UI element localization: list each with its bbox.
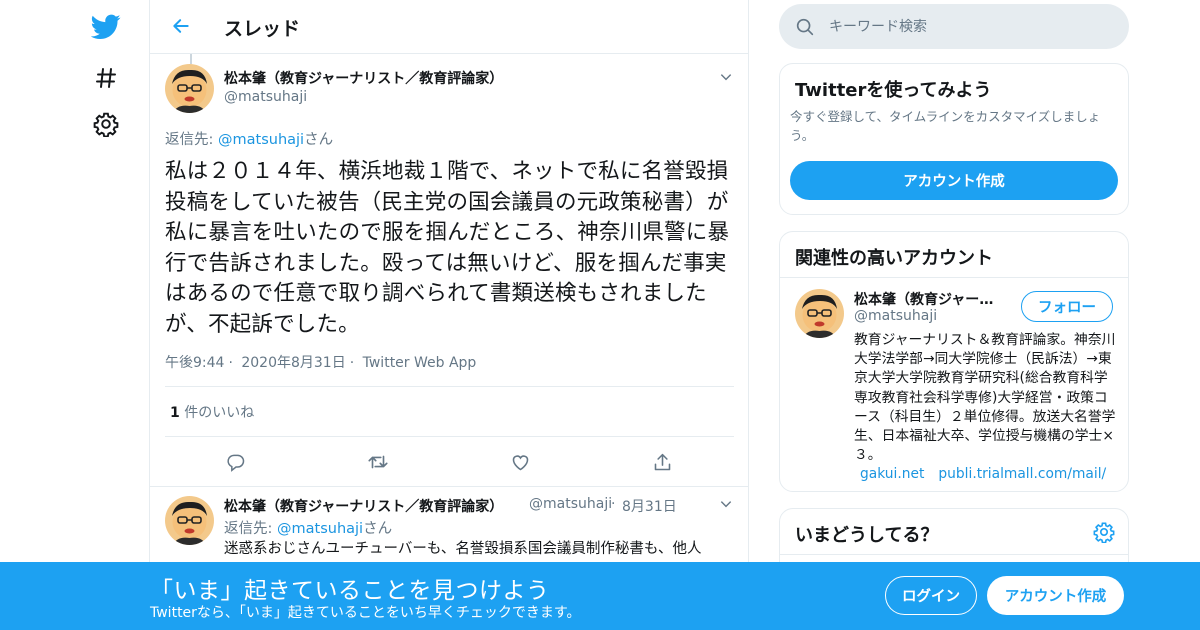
like-count: 1 — [170, 405, 180, 421]
share-button[interactable] — [648, 448, 676, 476]
tweet-date[interactable]: 2020年8月31日 — [241, 355, 345, 371]
tweet-text: 私は２０１４年、横浜地裁１階で、ネットで私に名誉毀損投稿をしていた被告（民主党の… — [165, 159, 730, 337]
account-bio: 教育ジャーナリスト＆教育評論家。神奈川大学法学部→同大学院修士（民訴法）→東京大… — [854, 331, 1116, 485]
search-icon — [796, 18, 814, 36]
avatar[interactable] — [165, 496, 214, 545]
reply-to: 返信先: @matsuhajiさん — [165, 128, 333, 149]
page: スレッド 松本肇（教育ジャーナリスト／教育評論家） @matsuhaji 返信先… — [0, 0, 1200, 630]
author-handle[interactable]: @matsuhaji — [529, 496, 612, 512]
banner-title: 「いま」起きていることを見つけよう — [150, 578, 550, 604]
tweet-menu-button[interactable] — [716, 67, 736, 87]
card-title: Twitterを使ってみよう — [795, 80, 992, 101]
account-name[interactable]: 松本肇（教育ジャーナリスト／教育評論家） — [854, 289, 1004, 309]
separator-dot: · — [611, 496, 616, 512]
reply-to-prefix: 返信先: — [224, 521, 277, 537]
tweet-meta: 午後9:44 · 2020年8月31日 · Twitter Web App — [165, 355, 477, 371]
search-box — [779, 4, 1129, 49]
thread-connector — [190, 54, 192, 64]
twitter-bird-icon[interactable] — [86, 7, 126, 47]
back-button[interactable] — [164, 9, 198, 43]
reply-to-link[interactable]: @matsuhaji — [277, 521, 363, 537]
card-title: いまどうしてる？ — [795, 525, 939, 546]
author-name[interactable]: 松本肇（教育ジャーナリスト／教育評論家） — [224, 68, 503, 88]
chevron-down-icon — [720, 74, 732, 81]
reply-button[interactable] — [222, 448, 250, 476]
card-title: 関連性の高いアカウント — [795, 248, 993, 269]
divider — [780, 554, 1128, 555]
divider — [165, 436, 734, 437]
share-icon — [654, 453, 670, 470]
divider — [150, 486, 748, 487]
reply-to-suffix: さん — [363, 521, 393, 537]
tweet-source[interactable]: Twitter Web App — [363, 355, 477, 371]
banner-subtitle: Twitterなら、「いま」起きていることをいち早くチェックできます。 — [150, 605, 581, 621]
retweet-icon — [368, 455, 388, 469]
author-handle[interactable]: @matsuhaji — [224, 89, 307, 105]
signup-description: 今すぐ登録して、タイムラインをカスタマイズしましょう。 — [790, 109, 1101, 143]
retweet-button[interactable] — [364, 448, 392, 476]
like-count-link[interactable]: 1 件のいいね — [170, 402, 254, 422]
create-account-button[interactable]: アカウント作成 — [790, 161, 1118, 200]
signup-button[interactable]: アカウント作成 — [987, 576, 1124, 615]
tweet-menu-button[interactable] — [716, 494, 736, 514]
tweet-text: 迷惑系おじさんユーチューバーも、名誉毀損系国会議員制作秘書も、他人 — [224, 541, 702, 557]
follow-button[interactable]: フォロー — [1021, 291, 1113, 322]
divider — [780, 277, 1128, 278]
reply-to: 返信先: @matsuhajiさん — [224, 517, 392, 538]
signup-banner: 「いま」起きていることを見つけよう Twitterなら、「いま」起きていることを… — [0, 562, 1200, 630]
tweet-date[interactable]: 8月31日 — [622, 496, 677, 516]
bio-text: 教育ジャーナリスト＆教育評論家。神奈川大学法学部→同大学院修士（民訴法）→東京大… — [854, 332, 1116, 464]
gear-icon[interactable] — [86, 104, 126, 144]
gear-icon[interactable] — [1093, 521, 1115, 543]
tweet-time[interactable]: 午後9:44 — [165, 355, 224, 371]
search-input[interactable] — [829, 4, 1119, 49]
signup-card: Twitterを使ってみよう 今すぐ登録して、タイムラインをカスタマイズしましょ… — [779, 63, 1129, 215]
hashtag-icon[interactable] — [86, 58, 126, 98]
reply-icon — [227, 454, 245, 472]
reply-to-prefix: 返信先: — [165, 132, 218, 148]
avatar[interactable] — [165, 64, 214, 113]
reply-to-link[interactable]: @matsuhaji — [218, 132, 304, 148]
login-button[interactable]: ログイン — [885, 576, 977, 615]
avatar[interactable] — [795, 289, 844, 338]
chevron-down-icon — [720, 501, 732, 508]
account-handle[interactable]: @matsuhaji — [854, 308, 937, 324]
bio-link[interactable]: gakui.net — [860, 466, 924, 482]
related-accounts-card: 関連性の高いアカウント 松本肇（教育ジャーナリスト／教育評論家） @matsuh… — [779, 231, 1129, 492]
arrow-left-icon — [173, 19, 189, 33]
thread-column: スレッド 松本肇（教育ジャーナリスト／教育評論家） @matsuhaji 返信先… — [149, 0, 749, 630]
bio-link[interactable]: publi.trialmall.com/mail/ — [938, 466, 1106, 482]
like-button[interactable] — [506, 448, 534, 476]
divider — [165, 386, 734, 387]
like-label: 件のいいね — [179, 405, 255, 421]
heart-icon — [512, 454, 528, 470]
author-name[interactable]: 松本肇（教育ジャーナリスト／教育評論家） — [224, 496, 503, 516]
thread-header: スレッド — [150, 0, 748, 54]
reply-to-suffix: さん — [304, 132, 334, 148]
page-title: スレッド — [224, 18, 301, 40]
